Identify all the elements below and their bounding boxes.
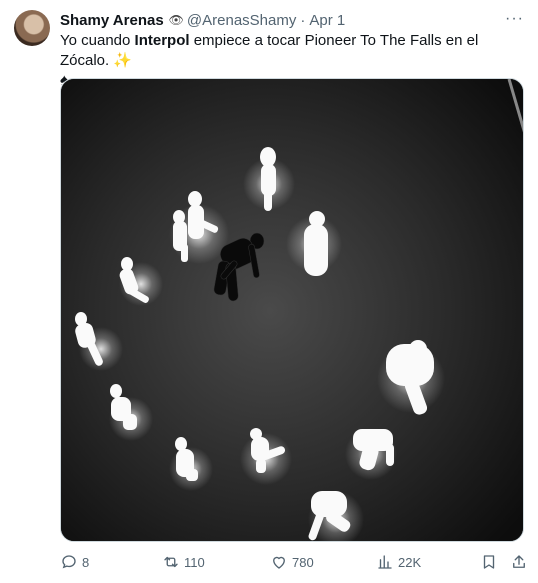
action-bar: 8 110 780 22K bbox=[60, 553, 528, 575]
sparkles-emoji: ✨ bbox=[113, 52, 133, 69]
views-button[interactable]: 22K bbox=[376, 553, 421, 571]
author-handle[interactable]: @ArenasShamy bbox=[187, 12, 296, 29]
retweet-count: 110 bbox=[184, 554, 205, 570]
retweet-button[interactable]: 110 bbox=[162, 553, 205, 571]
reply-button[interactable]: 8 bbox=[60, 553, 89, 571]
separator: · bbox=[300, 11, 306, 29]
tweet-header: Shamy Arenas 👁 @ArenasShamy · Apr 1 bbox=[60, 11, 345, 29]
chart-icon bbox=[378, 555, 392, 569]
eye-icon: 👁 bbox=[168, 13, 184, 27]
reply-count: 8 bbox=[82, 554, 90, 570]
media-photo bbox=[61, 79, 523, 541]
tweet-text-part: Yo cuando bbox=[60, 32, 135, 49]
bookmark-icon bbox=[483, 555, 495, 569]
like-count: 780 bbox=[292, 554, 314, 570]
share-icon bbox=[513, 555, 525, 568]
tweet[interactable]: Shamy Arenas 👁 @ArenasShamy · Apr 1 ··· … bbox=[0, 0, 538, 583]
heart-icon bbox=[273, 556, 285, 569]
avatar[interactable] bbox=[14, 10, 50, 46]
like-button[interactable]: 780 bbox=[270, 553, 314, 571]
views-count: 22K bbox=[398, 554, 422, 570]
tweet-date[interactable]: Apr 1 bbox=[309, 12, 345, 29]
author-name[interactable]: Shamy Arenas bbox=[60, 12, 164, 29]
tweet-media[interactable] bbox=[60, 78, 524, 542]
tweet-text-bold: Interpol bbox=[134, 32, 190, 49]
share-button[interactable] bbox=[510, 553, 532, 571]
retweet-icon bbox=[164, 556, 178, 568]
reply-icon bbox=[62, 555, 76, 569]
more-options-icon[interactable]: ··· bbox=[505, 10, 524, 28]
bookmark-button[interactable] bbox=[480, 553, 502, 571]
